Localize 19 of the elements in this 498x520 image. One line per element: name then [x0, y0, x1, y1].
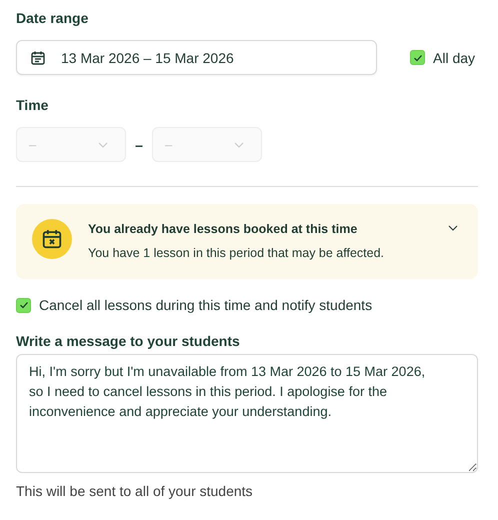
warning-text: You have 1 lesson in this period that may be affected.: [88, 246, 386, 260]
field-label: Date range: [16, 9, 90, 28]
calendar-icon: [30, 50, 46, 66]
chevron-down-icon: [448, 225, 458, 231]
range-separator: –: [134, 136, 144, 152]
date-range-field[interactable]: 13 Mar 2026 – 15 Mar 2026: [16, 40, 377, 75]
chevron-down-icon: [234, 142, 244, 148]
warning-title: You already have lessons booked at this time: [88, 222, 358, 236]
calendar-cross-icon: [32, 219, 72, 259]
message-field[interactable]: Hi, I'm sorry but I'm unavailable from 13 Mar 2026 to 15 Mar 2026, so I need to cancel lessons in this period. I apologise for the inconvenience and appreciate your understanding.: [16, 354, 478, 473]
cancel-option-label: Cancel all lessons during this time and notify students: [39, 297, 372, 313]
chevron-down-icon: [98, 142, 108, 148]
all-day-label: All day: [433, 50, 476, 66]
helper-text: This will be sent to all of your students: [16, 483, 254, 499]
field-label: Write a message to your students: [16, 332, 241, 351]
field-label: Time: [16, 96, 50, 115]
checkbox[interactable]: [410, 50, 425, 65]
checkbox[interactable]: [16, 298, 31, 312]
date-range-value: 13 Mar 2026 – 15 Mar 2026: [61, 50, 234, 66]
